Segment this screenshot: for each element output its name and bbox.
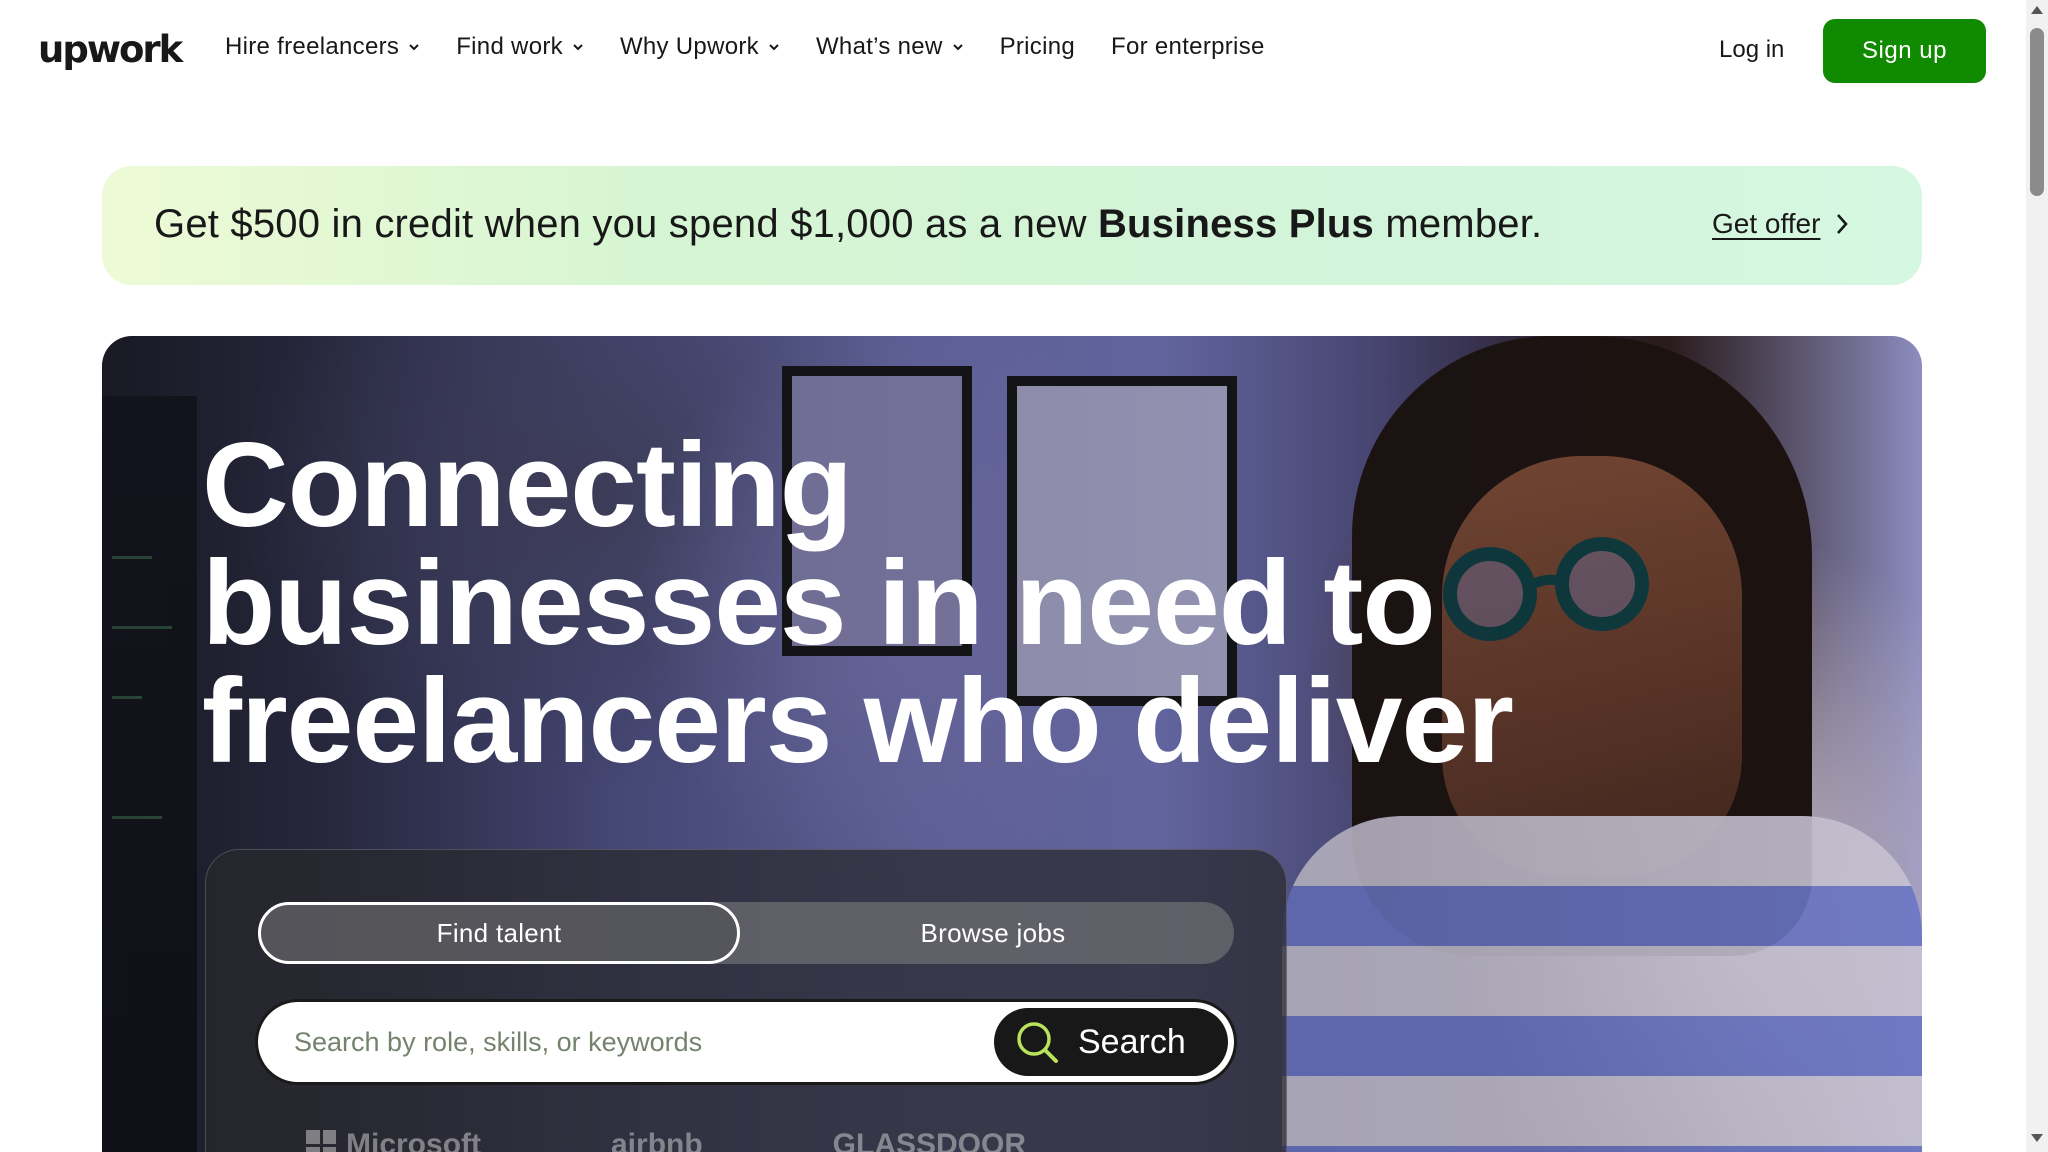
scrollbar-thumb[interactable] — [2030, 28, 2044, 196]
get-offer-label: Get offer — [1712, 208, 1821, 239]
promo-text-before: Get $500 in credit when you spend $1,000… — [154, 202, 1098, 246]
search-mode-toggle: Find talent Browse jobs — [258, 902, 1234, 964]
nav-item-hire-freelancers[interactable]: Hire freelancers — [225, 33, 420, 61]
search-panel: Find talent Browse jobs Search Microsoft… — [205, 849, 1287, 1152]
search-bar: Search — [258, 1002, 1234, 1082]
search-button[interactable]: Search — [994, 1008, 1228, 1076]
scroll-down-arrow-icon[interactable] — [2031, 1134, 2043, 1142]
search-input[interactable] — [294, 1022, 974, 1062]
chevron-down-icon — [409, 44, 419, 51]
nav-item-label: For enterprise — [1111, 33, 1265, 60]
nav-item-find-work[interactable]: Find work — [456, 33, 584, 61]
search-button-label: Search — [1078, 1022, 1186, 1061]
page-scrollbar[interactable] — [2026, 0, 2048, 1152]
top-navigation: upwork Hire freelancers Find work Why Up… — [0, 0, 2026, 102]
hero-headline-line: Connecting — [202, 418, 853, 552]
promo-text-bold: Business Plus — [1097, 202, 1375, 246]
glassdoor-logo: GLASSDOOR — [833, 1128, 1026, 1152]
airbnb-logo-text: airbnb — [611, 1128, 703, 1152]
nav-item-pricing[interactable]: Pricing — [1000, 33, 1075, 61]
chevron-down-icon — [573, 44, 583, 51]
hero-headline: Connecting businesses in need to freelan… — [202, 418, 1514, 788]
nav-item-label: Find work — [456, 33, 563, 60]
browse-jobs-tab[interactable]: Browse jobs — [752, 902, 1234, 964]
nav-item-whats-new[interactable]: What’s new — [816, 33, 964, 61]
trusted-by-logos: Microsoft airbnb GLASSDOOR — [306, 1128, 1156, 1152]
find-talent-tab[interactable]: Find talent — [258, 902, 740, 964]
scroll-up-arrow-icon[interactable] — [2031, 6, 2043, 14]
hero-section: Connecting businesses in need to freelan… — [102, 336, 1922, 1152]
chevron-right-icon — [1837, 214, 1849, 234]
hero-headline-line: businesses in need to — [202, 536, 1436, 670]
microsoft-logo-text: Microsoft — [346, 1128, 481, 1152]
upwork-logo[interactable]: upwork — [38, 28, 183, 71]
chevron-down-icon — [952, 44, 963, 51]
nav-item-for-enterprise[interactable]: For enterprise — [1111, 33, 1265, 61]
main-menu: Hire freelancers Find work Why Upwork Wh… — [225, 33, 1301, 61]
nav-item-why-upwork[interactable]: Why Upwork — [620, 33, 780, 61]
promo-text-after: member. — [1374, 202, 1543, 246]
promo-text: Get $500 in credit when you spend $1,000… — [154, 202, 1542, 247]
nav-item-label: What’s new — [815, 33, 943, 60]
get-offer-link[interactable]: Get offer — [1712, 208, 1850, 240]
signup-button[interactable]: Sign up — [1823, 19, 1986, 83]
hero-headline-line: freelancers who deliver — [202, 654, 1514, 788]
search-icon — [1017, 1022, 1058, 1063]
chevron-down-icon — [769, 44, 779, 51]
microsoft-logo: Microsoft — [306, 1128, 481, 1152]
nav-item-label: Hire freelancers — [225, 33, 400, 60]
nav-item-label: Why Upwork — [619, 33, 759, 60]
microsoft-squares-icon — [306, 1130, 336, 1152]
login-link[interactable]: Log in — [1719, 36, 1784, 64]
airbnb-logo: airbnb — [611, 1128, 703, 1152]
promo-banner: Get $500 in credit when you spend $1,000… — [102, 166, 1922, 285]
glassdoor-logo-text: GLASSDOOR — [832, 1128, 1027, 1152]
nav-item-label: Pricing — [999, 33, 1076, 60]
